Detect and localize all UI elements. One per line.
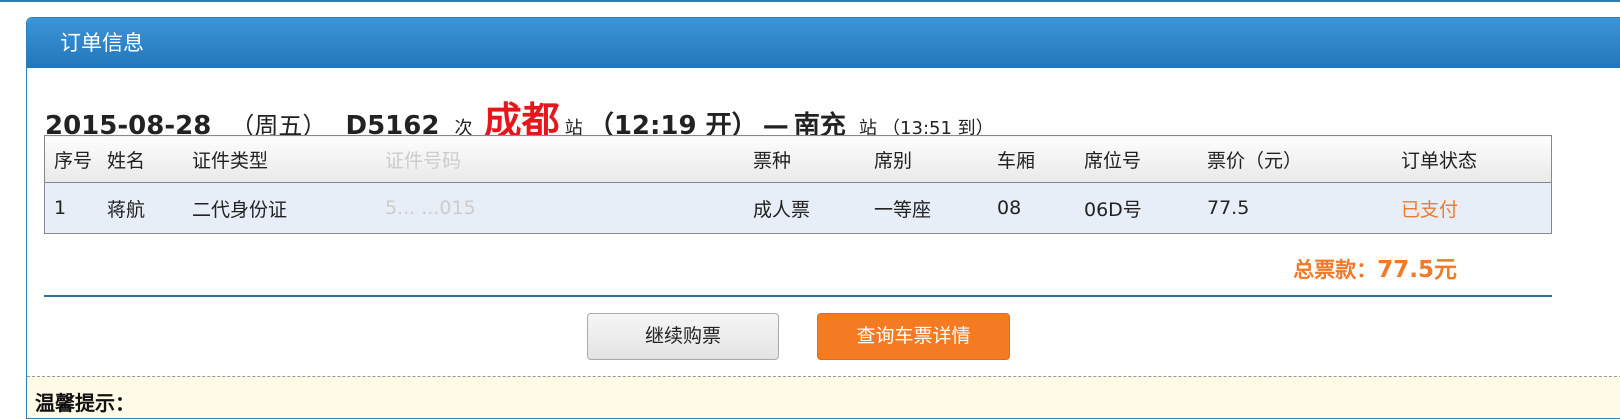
trip-summary: 2015-08-28 （周五） D5162 次 成都 站 （12:19 开） —… (45, 90, 1245, 143)
cell-seat-class: 一等座 (865, 182, 988, 234)
col-header: 车厢 (988, 135, 1075, 183)
tips-box: 温馨提示： (27, 376, 1620, 418)
continue-purchase-button[interactable]: 继续购票 (587, 313, 779, 360)
table-header-row: 序号 姓名 证件类型 证件号码 票种 席别 车厢 席位号 票价（元） 订单状态 (44, 135, 1552, 183)
total-amount: 77.5元 (1377, 257, 1457, 283)
col-header: 证件类型 (183, 135, 376, 183)
col-header: 姓名 (98, 135, 183, 183)
col-header: 订单状态 (1392, 135, 1552, 183)
col-header: 序号 (44, 135, 98, 183)
table-row: 1 蒋航 二代身份证 5... ...015 成人票 一等座 08 06D号 7… (44, 182, 1552, 234)
col-header: 席位号 (1075, 135, 1198, 183)
total-label: 总票款： (1293, 258, 1378, 282)
cell-id-type: 二代身份证 (183, 182, 376, 234)
cell-ticket-type: 成人票 (744, 182, 865, 234)
panel-title: 订单信息 (27, 18, 1620, 68)
cell-price: 77.5 (1198, 182, 1392, 234)
cell-car: 08 (988, 182, 1075, 234)
cell-no: 1 (44, 182, 98, 234)
total-fare: 总票款：77.5元 (1293, 250, 1457, 284)
cell-seat-no: 06D号 (1075, 182, 1198, 234)
top-border-line (0, 0, 1620, 2)
tips-title: 温馨提示： (35, 391, 135, 415)
cell-status: 已支付 (1392, 182, 1552, 234)
col-header: 证件号码 (376, 135, 744, 183)
cell-id-number: 5... ...015 (376, 182, 744, 234)
query-ticket-details-button[interactable]: 查询车票详情 (817, 313, 1010, 360)
col-header: 票价（元） (1198, 135, 1392, 183)
col-header: 票种 (744, 135, 865, 183)
section-divider (44, 295, 1552, 297)
order-info-panel: 订单信息 2015-08-28 （周五） D5162 次 成都 站 （12:19… (26, 17, 1620, 419)
col-header: 席别 (865, 135, 988, 183)
cell-name: 蒋航 (98, 182, 183, 234)
order-table: 序号 姓名 证件类型 证件号码 票种 席别 车厢 席位号 票价（元） 订单状态 … (44, 135, 1552, 234)
